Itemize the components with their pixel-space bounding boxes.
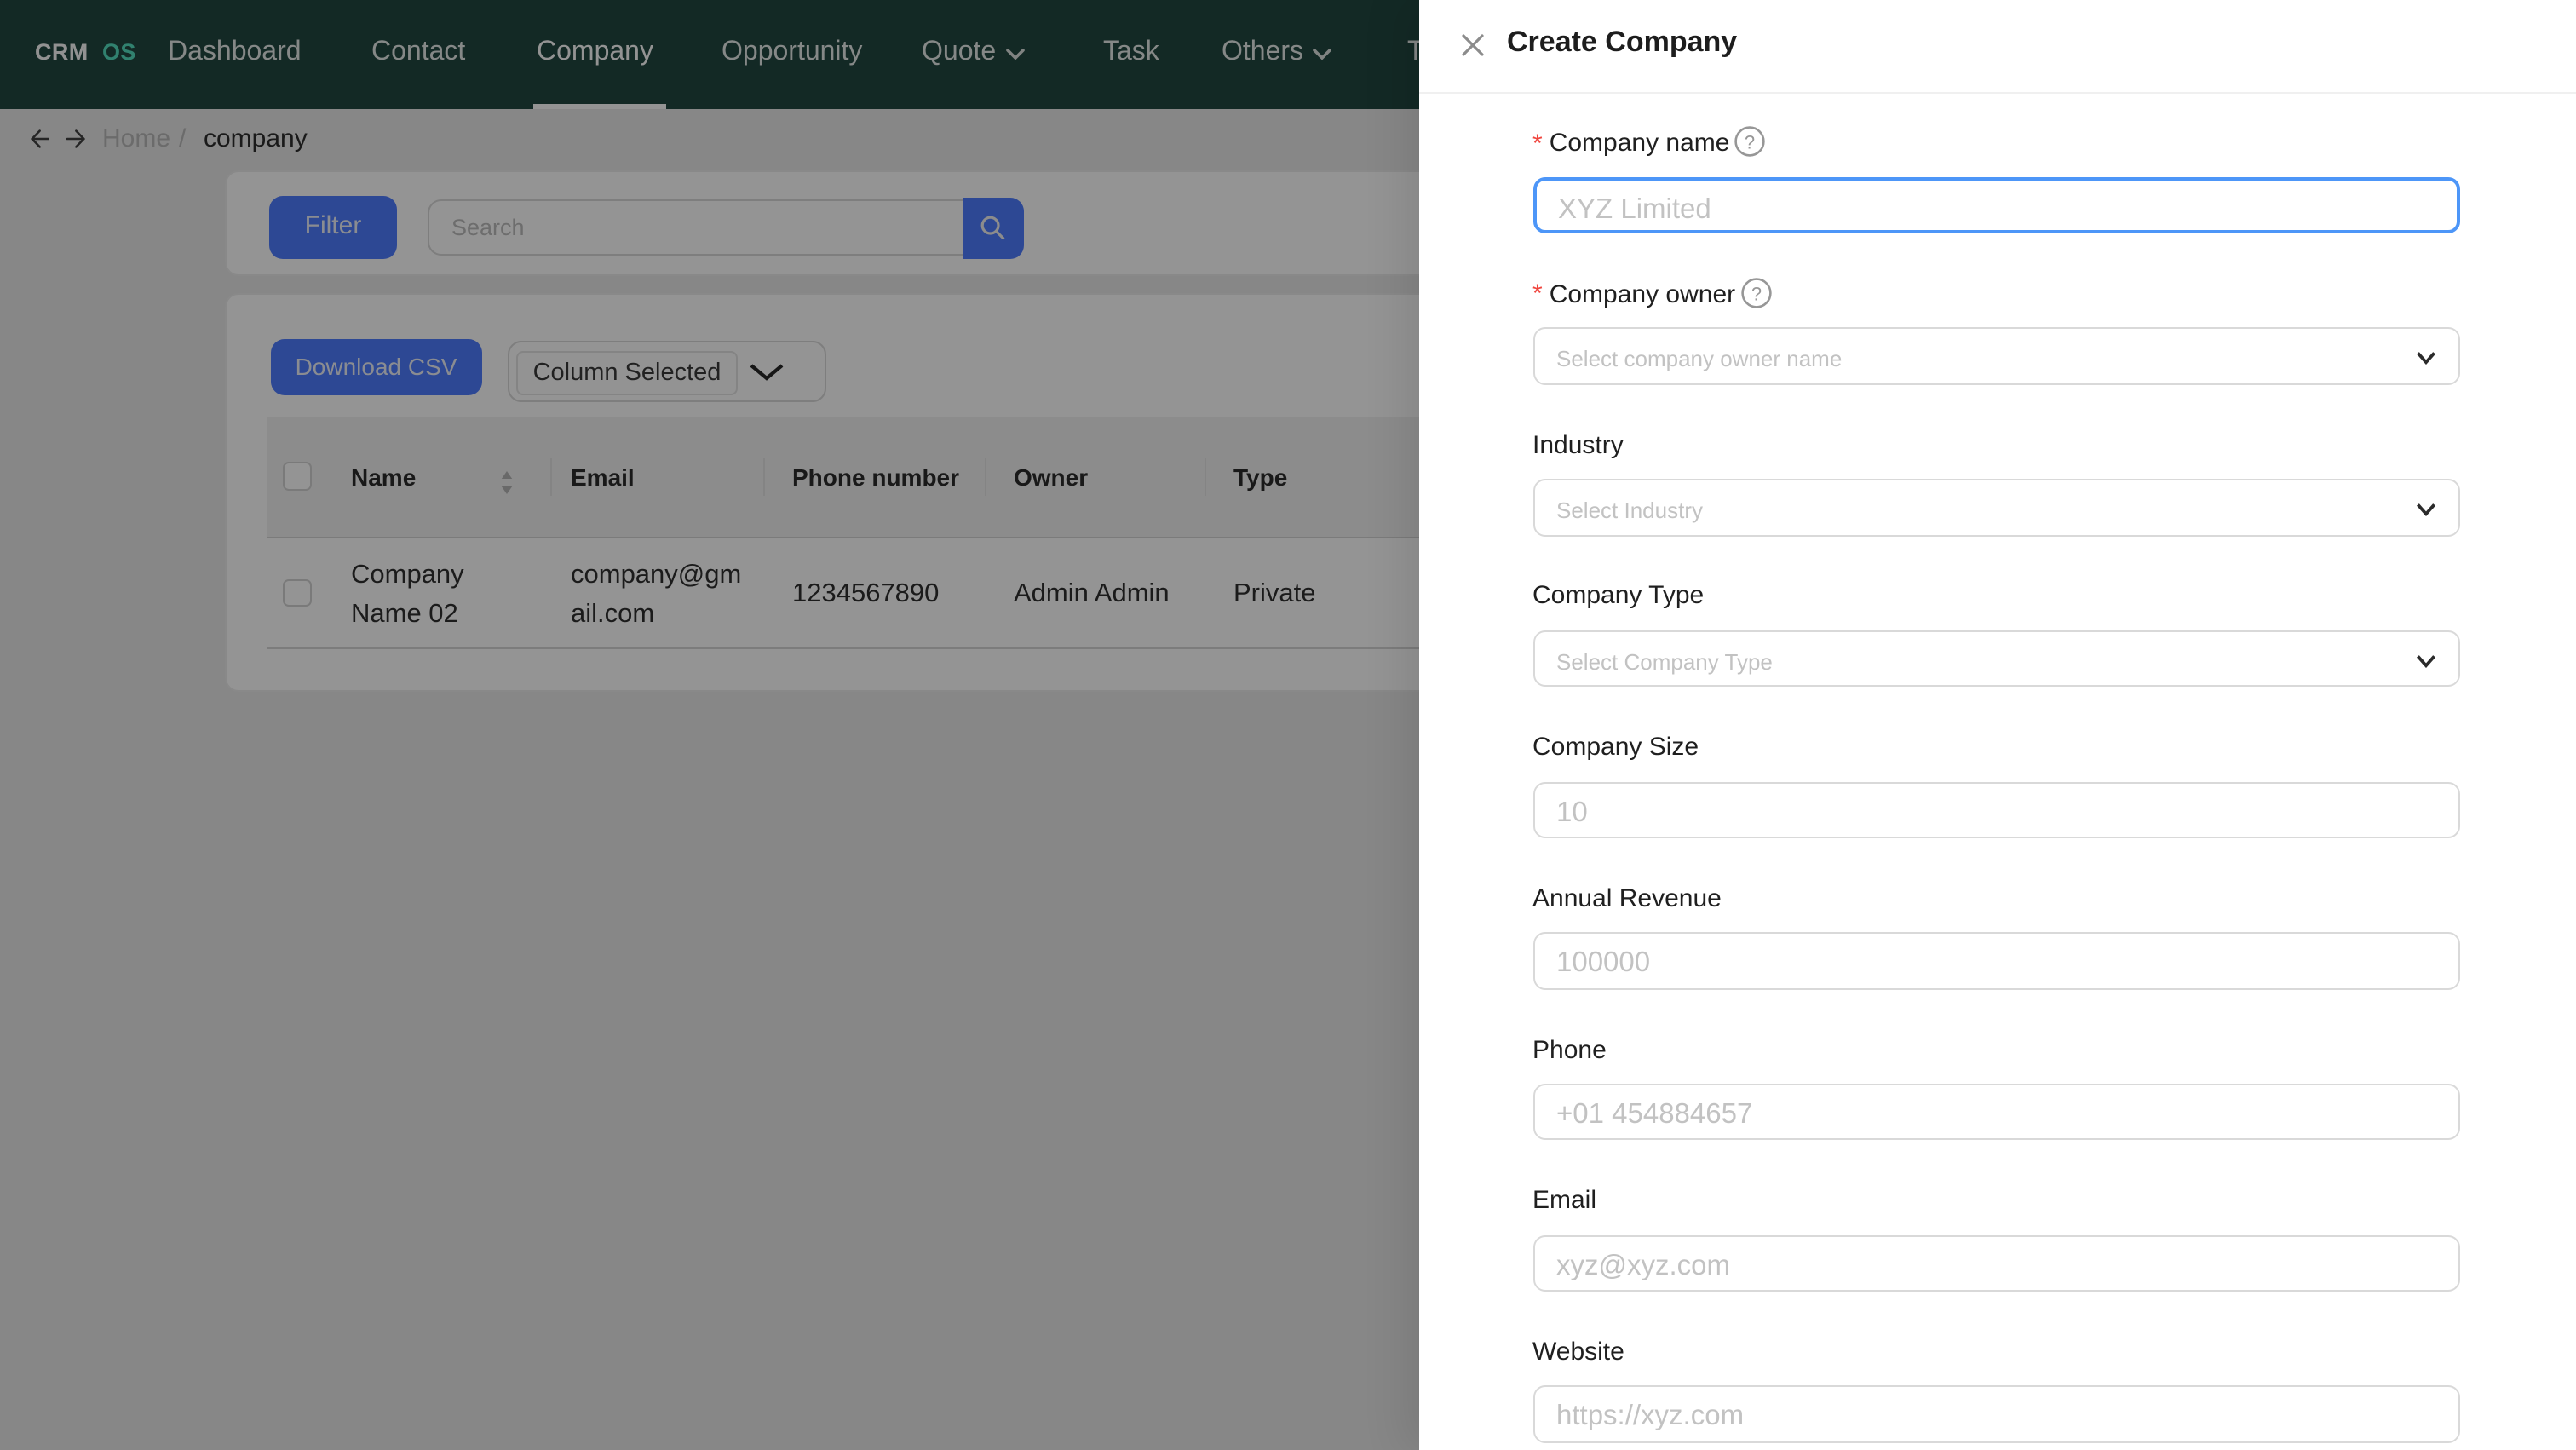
svg-text:?: ? [1745, 132, 1755, 153]
svg-text:?: ? [1751, 283, 1761, 304]
